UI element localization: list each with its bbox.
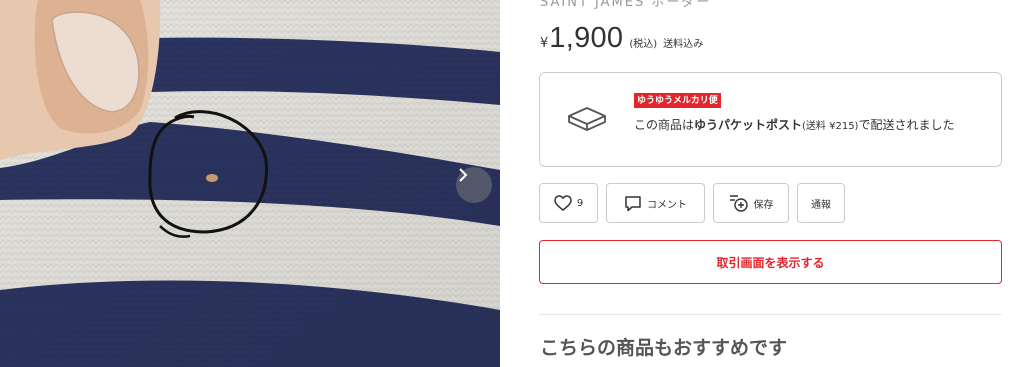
comment-label: コメント — [647, 199, 687, 211]
report-button[interactable]: 通報 — [797, 183, 845, 223]
comment-icon — [625, 195, 641, 211]
save-list-icon — [729, 195, 748, 212]
save-button[interactable]: 保存 — [713, 183, 789, 223]
parcel-box-icon — [568, 107, 606, 131]
comment-button[interactable]: コメント — [606, 183, 705, 223]
item-actions: 9 コメント 保存 通報 — [539, 183, 845, 223]
shipping-service-badge: ゆうゆうメルカリ便 — [634, 93, 721, 108]
section-divider — [539, 314, 1002, 315]
shipping-info-card: ゆうゆうメルカリ便 この商品はゆうパケットポスト(送料 ¥215)で配送されまし… — [539, 72, 1002, 167]
save-label: 保存 — [753, 199, 774, 211]
shipping-text-lead: この商品は — [634, 118, 695, 132]
like-count: 9 — [576, 197, 584, 209]
shipping-description: この商品はゆうパケットポスト(送料 ¥215)で配送されました — [634, 115, 989, 137]
item-photo-image — [0, 0, 500, 367]
tax-note: (税込) — [629, 39, 658, 50]
shipping-text-tail: で配送されました — [858, 118, 955, 132]
shipping-fee: (送料 ¥215) — [802, 121, 859, 132]
price-value: 1,900 — [549, 22, 624, 54]
shipping-included-note: 送料込み — [663, 39, 704, 50]
next-photo-button[interactable] — [456, 167, 492, 203]
view-transaction-button[interactable]: 取引画面を表示する — [539, 240, 1002, 284]
item-title: SAINT JAMES ボーダー — [540, 0, 712, 10]
shipping-method: ゆうパケットポスト — [694, 118, 803, 132]
chevron-right-icon — [459, 168, 468, 182]
recommendations-heading: こちらの商品もおすすめです — [540, 337, 788, 359]
report-label: 通報 — [811, 199, 831, 211]
item-photo[interactable] — [0, 0, 500, 367]
heart-icon — [554, 195, 572, 211]
price-row: ¥ 1,900 (税込) 送料込み — [540, 22, 703, 55]
currency-symbol: ¥ — [540, 36, 549, 51]
like-button[interactable]: 9 — [539, 183, 598, 223]
